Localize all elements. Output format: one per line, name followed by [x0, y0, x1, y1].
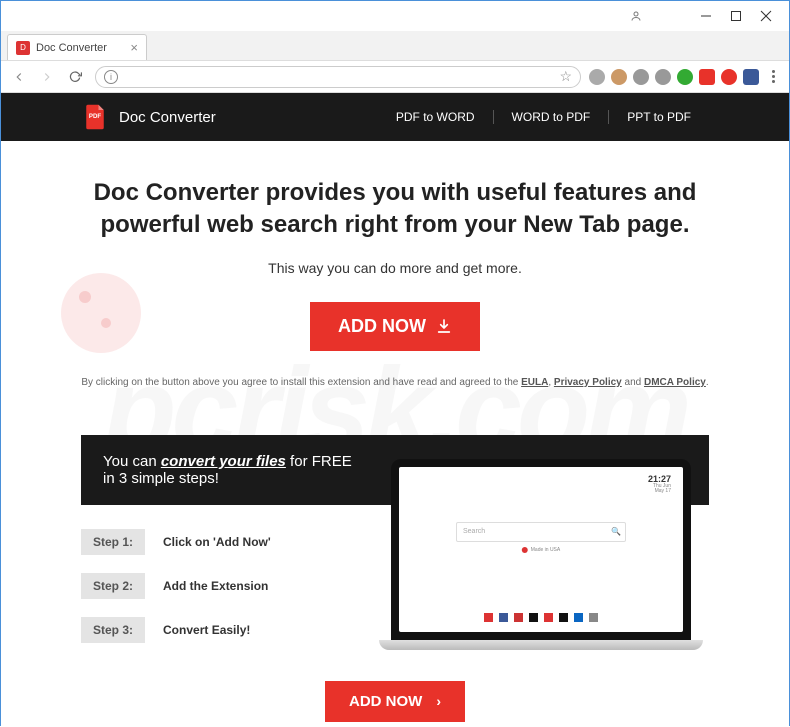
mock-bookmark-icons [484, 613, 598, 622]
close-button[interactable] [751, 1, 781, 31]
back-button[interactable] [7, 65, 31, 89]
mock-clock: 21:27 Thu JunMay 17 [648, 475, 671, 494]
step-text: Convert Easily! [163, 623, 250, 637]
hero-subhead: This way you can do more and get more. [61, 260, 729, 276]
step-text: Click on 'Add Now' [163, 535, 271, 549]
bottom-cta-section: ADD NOW › [1, 671, 789, 727]
window-titlebar [1, 1, 789, 31]
brand-logo[interactable]: PDF Doc Converter [81, 103, 216, 131]
mock-search-input: Search [456, 522, 626, 542]
minimize-button[interactable] [691, 1, 721, 31]
address-bar[interactable]: i ☆ [95, 66, 581, 88]
extension-icon[interactable] [743, 69, 759, 85]
nav-link-ppt-to-pdf[interactable]: PPT to PDF [609, 110, 709, 124]
step-text: Add the Extension [163, 579, 268, 593]
dmca-link[interactable]: DMCA Policy [644, 377, 706, 388]
extension-icon[interactable] [589, 69, 605, 85]
extension-icon[interactable] [655, 69, 671, 85]
hero-headline: Doc Converter provides you with useful f… [61, 177, 729, 242]
site-header: PDF Doc Converter PDF to WORD WORD to PD… [1, 93, 789, 141]
tab-favicon-icon: D [16, 41, 30, 55]
tab-close-icon[interactable]: × [130, 40, 138, 55]
mock-note: Made in USA [522, 547, 560, 553]
browser-toolbar: i ☆ [1, 61, 789, 93]
hero-section: Doc Converter provides you with useful f… [1, 141, 789, 415]
disclaimer-text: By clicking on the button above you agre… [61, 375, 729, 391]
step-label: Step 1: [81, 529, 145, 555]
step-row: Step 2: Add the Extension [81, 573, 361, 599]
privacy-link[interactable]: Privacy Policy [554, 377, 622, 388]
steps-section: You can convert your files for FREE in 3… [1, 435, 789, 671]
cta-label: ADD NOW [349, 693, 422, 710]
laptop-mockup: 21:27 Thu JunMay 17 Search Made in USA [391, 459, 691, 650]
maximize-button[interactable] [721, 1, 751, 31]
tab-title: Doc Converter [36, 42, 107, 54]
steps-list: Step 1: Click on 'Add Now' Step 2: Add t… [81, 529, 361, 661]
step-label: Step 2: [81, 573, 145, 599]
browser-menu-button[interactable] [763, 70, 783, 83]
browser-tab-bar: D Doc Converter × [1, 31, 789, 61]
pdf-file-icon: PDF [81, 103, 109, 131]
site-info-icon[interactable]: i [104, 70, 118, 84]
eula-link[interactable]: EULA [521, 377, 548, 388]
cta-label: ADD NOW [338, 316, 426, 337]
add-now-button[interactable]: ADD NOW [310, 302, 480, 351]
nav-link-word-to-pdf[interactable]: WORD to PDF [494, 110, 610, 124]
reload-button[interactable] [63, 65, 87, 89]
download-icon [436, 318, 452, 334]
nav-link-pdf-to-word[interactable]: PDF to WORD [378, 110, 494, 124]
extension-icons [589, 69, 759, 85]
user-icon[interactable] [621, 1, 651, 31]
extension-icon[interactable] [721, 69, 737, 85]
brand-name: Doc Converter [119, 109, 216, 126]
step-row: Step 3: Convert Easily! [81, 617, 361, 643]
svg-text:PDF: PDF [89, 113, 101, 120]
extension-icon[interactable] [611, 69, 627, 85]
add-now-button-bottom[interactable]: ADD NOW › [325, 681, 465, 722]
browser-tab[interactable]: D Doc Converter × [7, 34, 147, 60]
extension-icon[interactable] [699, 69, 715, 85]
page-viewport[interactable]: pcrisk.com PDF Doc Converter PDF to WORD… [1, 93, 789, 727]
extension-icon[interactable] [633, 69, 649, 85]
bookmark-star-icon[interactable]: ☆ [559, 68, 572, 85]
step-row: Step 1: Click on 'Add Now' [81, 529, 361, 555]
chevron-right-icon: › [436, 693, 441, 709]
forward-button[interactable] [35, 65, 59, 89]
step-label: Step 3: [81, 617, 145, 643]
header-nav: PDF to WORD WORD to PDF PPT to PDF [378, 110, 709, 124]
extension-icon[interactable] [677, 69, 693, 85]
